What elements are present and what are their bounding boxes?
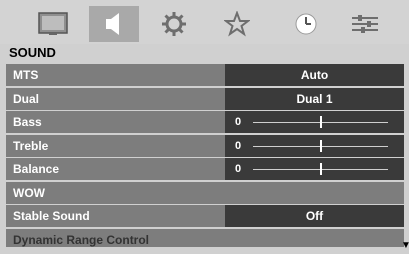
tab-sound[interactable] xyxy=(89,6,139,42)
sound-icon xyxy=(106,13,119,35)
tab-clock[interactable] xyxy=(281,6,331,42)
setup-icon xyxy=(352,15,378,33)
stable-sound-value[interactable]: Off xyxy=(225,205,404,227)
menu-row-balance[interactable]: Balance 0 xyxy=(6,158,404,180)
balance-value: 0 xyxy=(235,163,242,175)
menu-row-label: Dynamic Range Control xyxy=(13,232,150,247)
slider-knob[interactable] xyxy=(319,163,322,175)
treble-value: 0 xyxy=(235,139,242,152)
treble-slider[interactable]: 0 xyxy=(225,134,404,157)
menu-row-label: Treble xyxy=(13,138,49,153)
slider-knob[interactable] xyxy=(319,139,322,152)
menu-row-label: MTS xyxy=(13,68,39,82)
settings-icon xyxy=(162,12,186,36)
tab-favorites[interactable] xyxy=(212,6,262,42)
menu-row-label: Stable Sound xyxy=(13,209,90,223)
picture-icon xyxy=(38,12,68,35)
scroll-down-arrow-icon[interactable]: ▼ xyxy=(401,240,409,252)
dual-value[interactable]: Dual 1 xyxy=(225,87,404,110)
tab-picture[interactable] xyxy=(28,6,78,42)
menu-row-wow[interactable]: WOW xyxy=(6,181,404,204)
menu-row-dynamic-range-control[interactable]: Dynamic Range Control xyxy=(6,228,404,247)
menu-row-label: Dual xyxy=(13,91,40,106)
menu-row-bass[interactable]: Bass 0 xyxy=(6,111,404,133)
menu-row-label: Balance xyxy=(13,162,60,176)
tab-setup[interactable] xyxy=(340,6,390,42)
slider-knob[interactable] xyxy=(319,116,322,128)
sound-menu-panel: SOUND MTS Auto Dual Dual 1 Bass 0 Treble… xyxy=(0,0,409,254)
clock-icon xyxy=(295,13,317,35)
menu-row-label: Bass xyxy=(13,115,42,129)
menu-row-treble[interactable]: Treble 0 xyxy=(6,134,404,157)
tab-settings[interactable] xyxy=(149,6,199,42)
sound-settings-list: MTS Auto Dual Dual 1 Bass 0 Treble 0 Bal xyxy=(6,64,404,247)
bass-slider[interactable]: 0 xyxy=(225,111,404,133)
menu-category-bar xyxy=(0,0,409,44)
menu-row-stable-sound[interactable]: Stable Sound Off xyxy=(6,205,404,227)
menu-row-dual[interactable]: Dual Dual 1 xyxy=(6,87,404,110)
section-title: SOUND xyxy=(9,45,56,60)
menu-row-mts[interactable]: MTS Auto xyxy=(6,64,404,86)
mts-value[interactable]: Auto xyxy=(225,64,404,86)
favorites-icon xyxy=(224,11,250,37)
balance-slider[interactable]: 0 xyxy=(225,158,404,180)
bass-value: 0 xyxy=(235,116,242,128)
menu-row-label: WOW xyxy=(13,185,45,200)
